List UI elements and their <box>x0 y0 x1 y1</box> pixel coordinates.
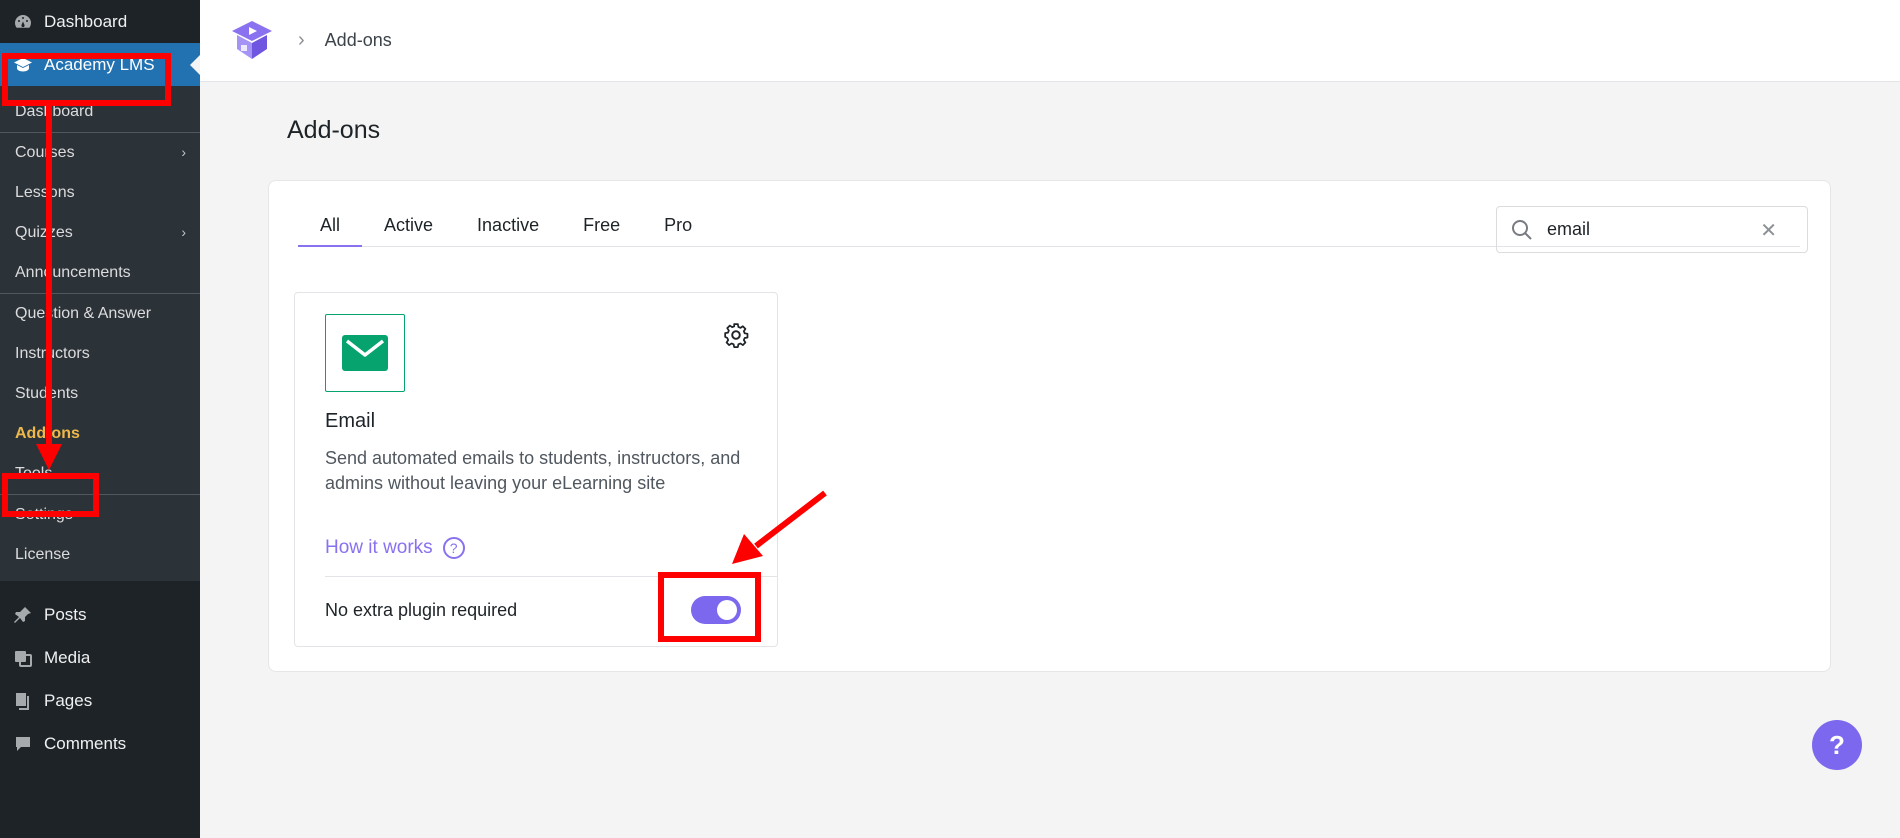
page-title: Add-ons <box>287 116 381 144</box>
pages-icon <box>12 690 34 712</box>
how-it-works-link[interactable]: How it works ? <box>325 537 465 559</box>
tab-pro[interactable]: Pro <box>642 209 714 247</box>
breadcrumb: Add-ons <box>324 30 392 50</box>
submenu-license[interactable]: License <box>0 535 200 575</box>
annotation-box-add-ons <box>2 473 99 517</box>
chevron-right-icon: › <box>181 144 186 160</box>
menu-dashboard-label: Dashboard <box>44 11 128 31</box>
submenu-label: Announcements <box>15 264 131 281</box>
envelope-icon <box>342 335 388 371</box>
annotation-box-academy-lms <box>2 53 171 106</box>
dashboard-icon <box>12 11 34 33</box>
email-addon-logo <box>325 314 405 392</box>
pin-icon <box>12 604 34 626</box>
search-box: ✕ <box>1496 206 1808 253</box>
submenu-courses[interactable]: Courses › <box>0 133 200 173</box>
submenu-label: Instructors <box>15 345 90 362</box>
breadcrumb-separator-icon: › <box>298 29 305 51</box>
search-icon <box>1512 219 1532 240</box>
addons-panel: All Active Inactive Free Pro ✕ Email Sen… <box>268 180 1831 672</box>
academy-logo-icon[interactable] <box>228 17 276 65</box>
menu-comments[interactable]: Comments <box>0 722 200 765</box>
submenu-label: Lessons <box>15 184 75 201</box>
search-input[interactable] <box>1547 219 1747 240</box>
addon-description: Send automated emails to students, instr… <box>325 448 741 493</box>
submenu-label: Students <box>15 385 79 402</box>
tab-all[interactable]: All <box>298 209 363 247</box>
menu-comments-label: Comments <box>44 733 127 753</box>
submenu-students[interactable]: Students <box>0 374 200 414</box>
menu-media-label: Media <box>44 647 91 667</box>
media-icon <box>12 647 34 669</box>
chevron-right-icon: › <box>181 224 186 240</box>
menu-pages[interactable]: Pages <box>0 679 200 722</box>
submenu-label: Add-ons <box>15 425 80 442</box>
how-it-works-label: How it works <box>325 537 433 558</box>
sidebar-lower: Posts Media Pages Comments <box>0 581 200 765</box>
menu-pages-label: Pages <box>44 690 93 710</box>
submenu-label: Question & Answer <box>15 305 152 322</box>
tab-free[interactable]: Free <box>561 209 642 247</box>
question-circle-icon: ? <box>442 537 465 559</box>
admin-sidebar: Dashboard Academy LMS Dashboard Courses ›… <box>0 0 200 838</box>
menu-posts[interactable]: Posts <box>0 593 200 636</box>
menu-media[interactable]: Media <box>0 636 200 679</box>
requirement-text: No extra plugin required <box>325 600 518 620</box>
addon-name: Email <box>325 410 376 432</box>
submenu-quizzes[interactable]: Quizzes › <box>0 213 200 253</box>
submenu-add-ons[interactable]: Add-ons <box>0 414 200 454</box>
clear-search-icon[interactable]: ✕ <box>1760 218 1777 243</box>
submenu-announcements[interactable]: Announcements <box>0 253 200 293</box>
annotation-box-toggle <box>658 572 761 642</box>
menu-posts-label: Posts <box>44 604 87 624</box>
submenu-label: License <box>15 546 71 563</box>
submenu-label: Quizzes <box>15 224 73 241</box>
gear-icon[interactable] <box>723 322 749 348</box>
tab-active[interactable]: Active <box>362 209 455 247</box>
comment-icon <box>12 733 34 755</box>
tab-inactive[interactable]: Inactive <box>455 209 561 247</box>
menu-dashboard[interactable]: Dashboard <box>0 0 200 43</box>
submenu-label: Courses <box>15 144 75 161</box>
plugin-header: › Add-ons <box>200 0 1900 82</box>
submenu-lessons[interactable]: Lessons <box>0 173 200 213</box>
submenu-question-answer[interactable]: Question & Answer <box>0 294 200 334</box>
submenu-instructors[interactable]: Instructors <box>0 334 200 374</box>
help-button[interactable]: ? <box>1812 720 1862 770</box>
